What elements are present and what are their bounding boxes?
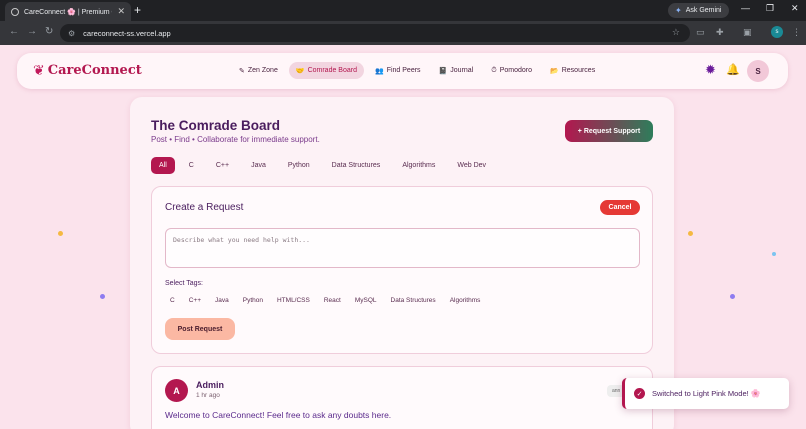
pen-icon: ✎ (239, 67, 245, 75)
browser-tab-bar: CareConnect 🌸 | Premium Co ✕ + ✦ Ask Gem… (0, 0, 806, 21)
nav-link-label: Pomodoro (499, 67, 533, 74)
logo-heart-icon: ❦ (33, 62, 45, 78)
nav-link-label: Journal (450, 67, 474, 74)
tag-option-python[interactable]: Python (238, 293, 268, 308)
browser-profile-avatar[interactable]: s (771, 26, 783, 38)
theme-settings-gear-icon[interactable]: ✹ (705, 63, 716, 77)
url-text: careconnect-ss.vercel.app (83, 28, 171, 38)
nav-link-resources[interactable]: 📂 Resources (543, 62, 602, 79)
sparkle-decoration (772, 252, 776, 256)
tab-title: CareConnect 🌸 | Premium Co (24, 8, 113, 16)
post-request-button[interactable]: Post Request (165, 318, 235, 340)
request-support-button[interactable]: + Request Support (565, 120, 653, 142)
back-icon[interactable]: ← (9, 26, 19, 37)
nav-link-label: Zen Zone (247, 67, 278, 74)
close-icon[interactable]: ✕ (117, 7, 125, 16)
sparkle-decoration (58, 231, 63, 236)
clock-icon: ⏱ (491, 66, 497, 74)
nav-link-journal[interactable]: 📓 Journal (432, 62, 481, 79)
notifications-bell-icon[interactable]: 🔔 (726, 63, 740, 77)
filter-chip-c[interactable]: C (181, 157, 202, 174)
ask-gemini-button[interactable]: ✦ Ask Gemini (668, 3, 729, 18)
user-avatar[interactable]: S (747, 60, 769, 82)
toast-message: Switched to Light Pink Mode! 🌸 (652, 389, 761, 398)
nav-link-comrade-board[interactable]: 🤝 Comrade Board (288, 62, 364, 79)
sparkle-decoration (100, 294, 105, 299)
browser-tab[interactable]: CareConnect 🌸 | Premium Co ✕ (5, 2, 131, 21)
tag-option-algorithms[interactable]: Algorithms (445, 293, 486, 308)
browser-toolbar: ← → ↻ ⚙ careconnect-ss.vercel.app ☆ ▭ ✚ … (0, 21, 806, 45)
toast-message-text: Switched to Light Pink Mode! (652, 389, 749, 398)
nav-link-find-peers[interactable]: 👥 Find Peers (368, 62, 428, 79)
cancel-button[interactable]: Cancel (600, 200, 640, 215)
post-card: A Admin 1 hr ago ann Welcome to CareConn… (151, 366, 653, 429)
users-icon: 👥 (374, 67, 384, 75)
menu-dots-icon[interactable]: ⋮ (792, 27, 801, 38)
reload-icon[interactable]: ↻ (45, 26, 53, 37)
select-tags-label: Select Tags: (165, 280, 204, 287)
tag-option-react[interactable]: React (319, 293, 346, 308)
sparkle-decoration (730, 294, 735, 299)
post-timestamp: 1 hr ago (196, 392, 220, 399)
globe-icon (11, 7, 19, 16)
window-close-icon[interactable]: ✕ (791, 3, 799, 14)
page-subtitle: Post • Find • Collaborate for immediate … (151, 135, 320, 144)
extension-icon[interactable]: ▭ (696, 27, 705, 38)
tag-option-mysql[interactable]: MySQL (350, 293, 382, 308)
puzzle-icon[interactable]: ✚ (716, 27, 724, 38)
page-title: The Comrade Board (151, 118, 281, 133)
filter-chip-data-structures[interactable]: Data Structures (324, 157, 389, 174)
tag-option-cpp[interactable]: C++ (184, 293, 206, 308)
filter-chips: All C C++ Java Python Data Structures Al… (151, 157, 494, 174)
gemini-label: Ask Gemini (685, 7, 722, 14)
create-request-title: Create a Request (165, 202, 244, 213)
nav-link-zen-zone[interactable]: ✎ Zen Zone (232, 62, 285, 79)
create-request-card: Create a Request Cancel Select Tags: C C… (151, 186, 653, 354)
handshake-icon: 🤝 (295, 67, 305, 75)
gemini-sparkle-icon: ✦ (675, 6, 682, 15)
page: ❦ CareConnect ✎ Zen Zone 🤝 Comrade Board… (0, 45, 806, 429)
bookmark-star-icon[interactable]: ☆ (672, 27, 680, 38)
book-icon: 📓 (438, 67, 448, 75)
restore-icon[interactable]: ❐ (766, 3, 774, 14)
site-settings-icon[interactable]: ⚙ (68, 29, 75, 38)
new-tab-button[interactable]: + (134, 3, 141, 17)
tag-option-data-structures[interactable]: Data Structures (386, 293, 441, 308)
flower-emoji: 🌸 (750, 389, 761, 398)
filter-chip-java[interactable]: Java (243, 157, 274, 174)
minimize-icon[interactable]: — (741, 3, 750, 13)
sparkle-decoration (688, 231, 693, 236)
filter-chip-algorithms[interactable]: Algorithms (394, 157, 443, 174)
nav-link-label: Resources (561, 67, 596, 74)
app-navbar: ❦ CareConnect ✎ Zen Zone 🤝 Comrade Board… (17, 53, 788, 89)
folder-icon: 📂 (550, 67, 559, 75)
logo[interactable]: ❦ CareConnect (33, 62, 142, 78)
address-bar[interactable]: ⚙ careconnect-ss.vercel.app ☆ (60, 24, 690, 42)
nav-link-pomodoro[interactable]: ⏱ Pomodoro (484, 62, 539, 79)
nav-link-label: Find Peers (386, 67, 421, 74)
tag-option-html-css[interactable]: HTML/CSS (272, 293, 315, 308)
filter-chip-web-dev[interactable]: Web Dev (449, 157, 494, 174)
forward-icon[interactable]: → (27, 26, 37, 37)
nav-link-label: Comrade Board (307, 67, 357, 74)
filter-chip-python[interactable]: Python (280, 157, 318, 174)
post-author-avatar: A (165, 379, 188, 402)
post-body: Welcome to CareConnect! Feel free to ask… (165, 410, 392, 420)
tag-option-c[interactable]: C (165, 293, 180, 308)
filter-chip-all[interactable]: All (151, 157, 175, 174)
nav-links: ✎ Zen Zone 🤝 Comrade Board 👥 Find Peers … (232, 62, 602, 79)
comrade-board-panel: The Comrade Board Post • Find • Collabor… (130, 97, 674, 429)
tag-option-java[interactable]: Java (210, 293, 234, 308)
request-description-input[interactable] (165, 228, 640, 268)
logo-text: CareConnect (47, 62, 142, 78)
filter-chip-cpp[interactable]: C++ (208, 157, 237, 174)
post-author-name: Admin (196, 380, 224, 390)
cast-icon[interactable]: ▣ (743, 27, 752, 38)
tag-options: C C++ Java Python HTML/CSS React MySQL D… (165, 293, 485, 308)
check-circle-icon: ✓ (634, 388, 645, 399)
toast-notification: ✓ Switched to Light Pink Mode! 🌸 (622, 378, 789, 409)
